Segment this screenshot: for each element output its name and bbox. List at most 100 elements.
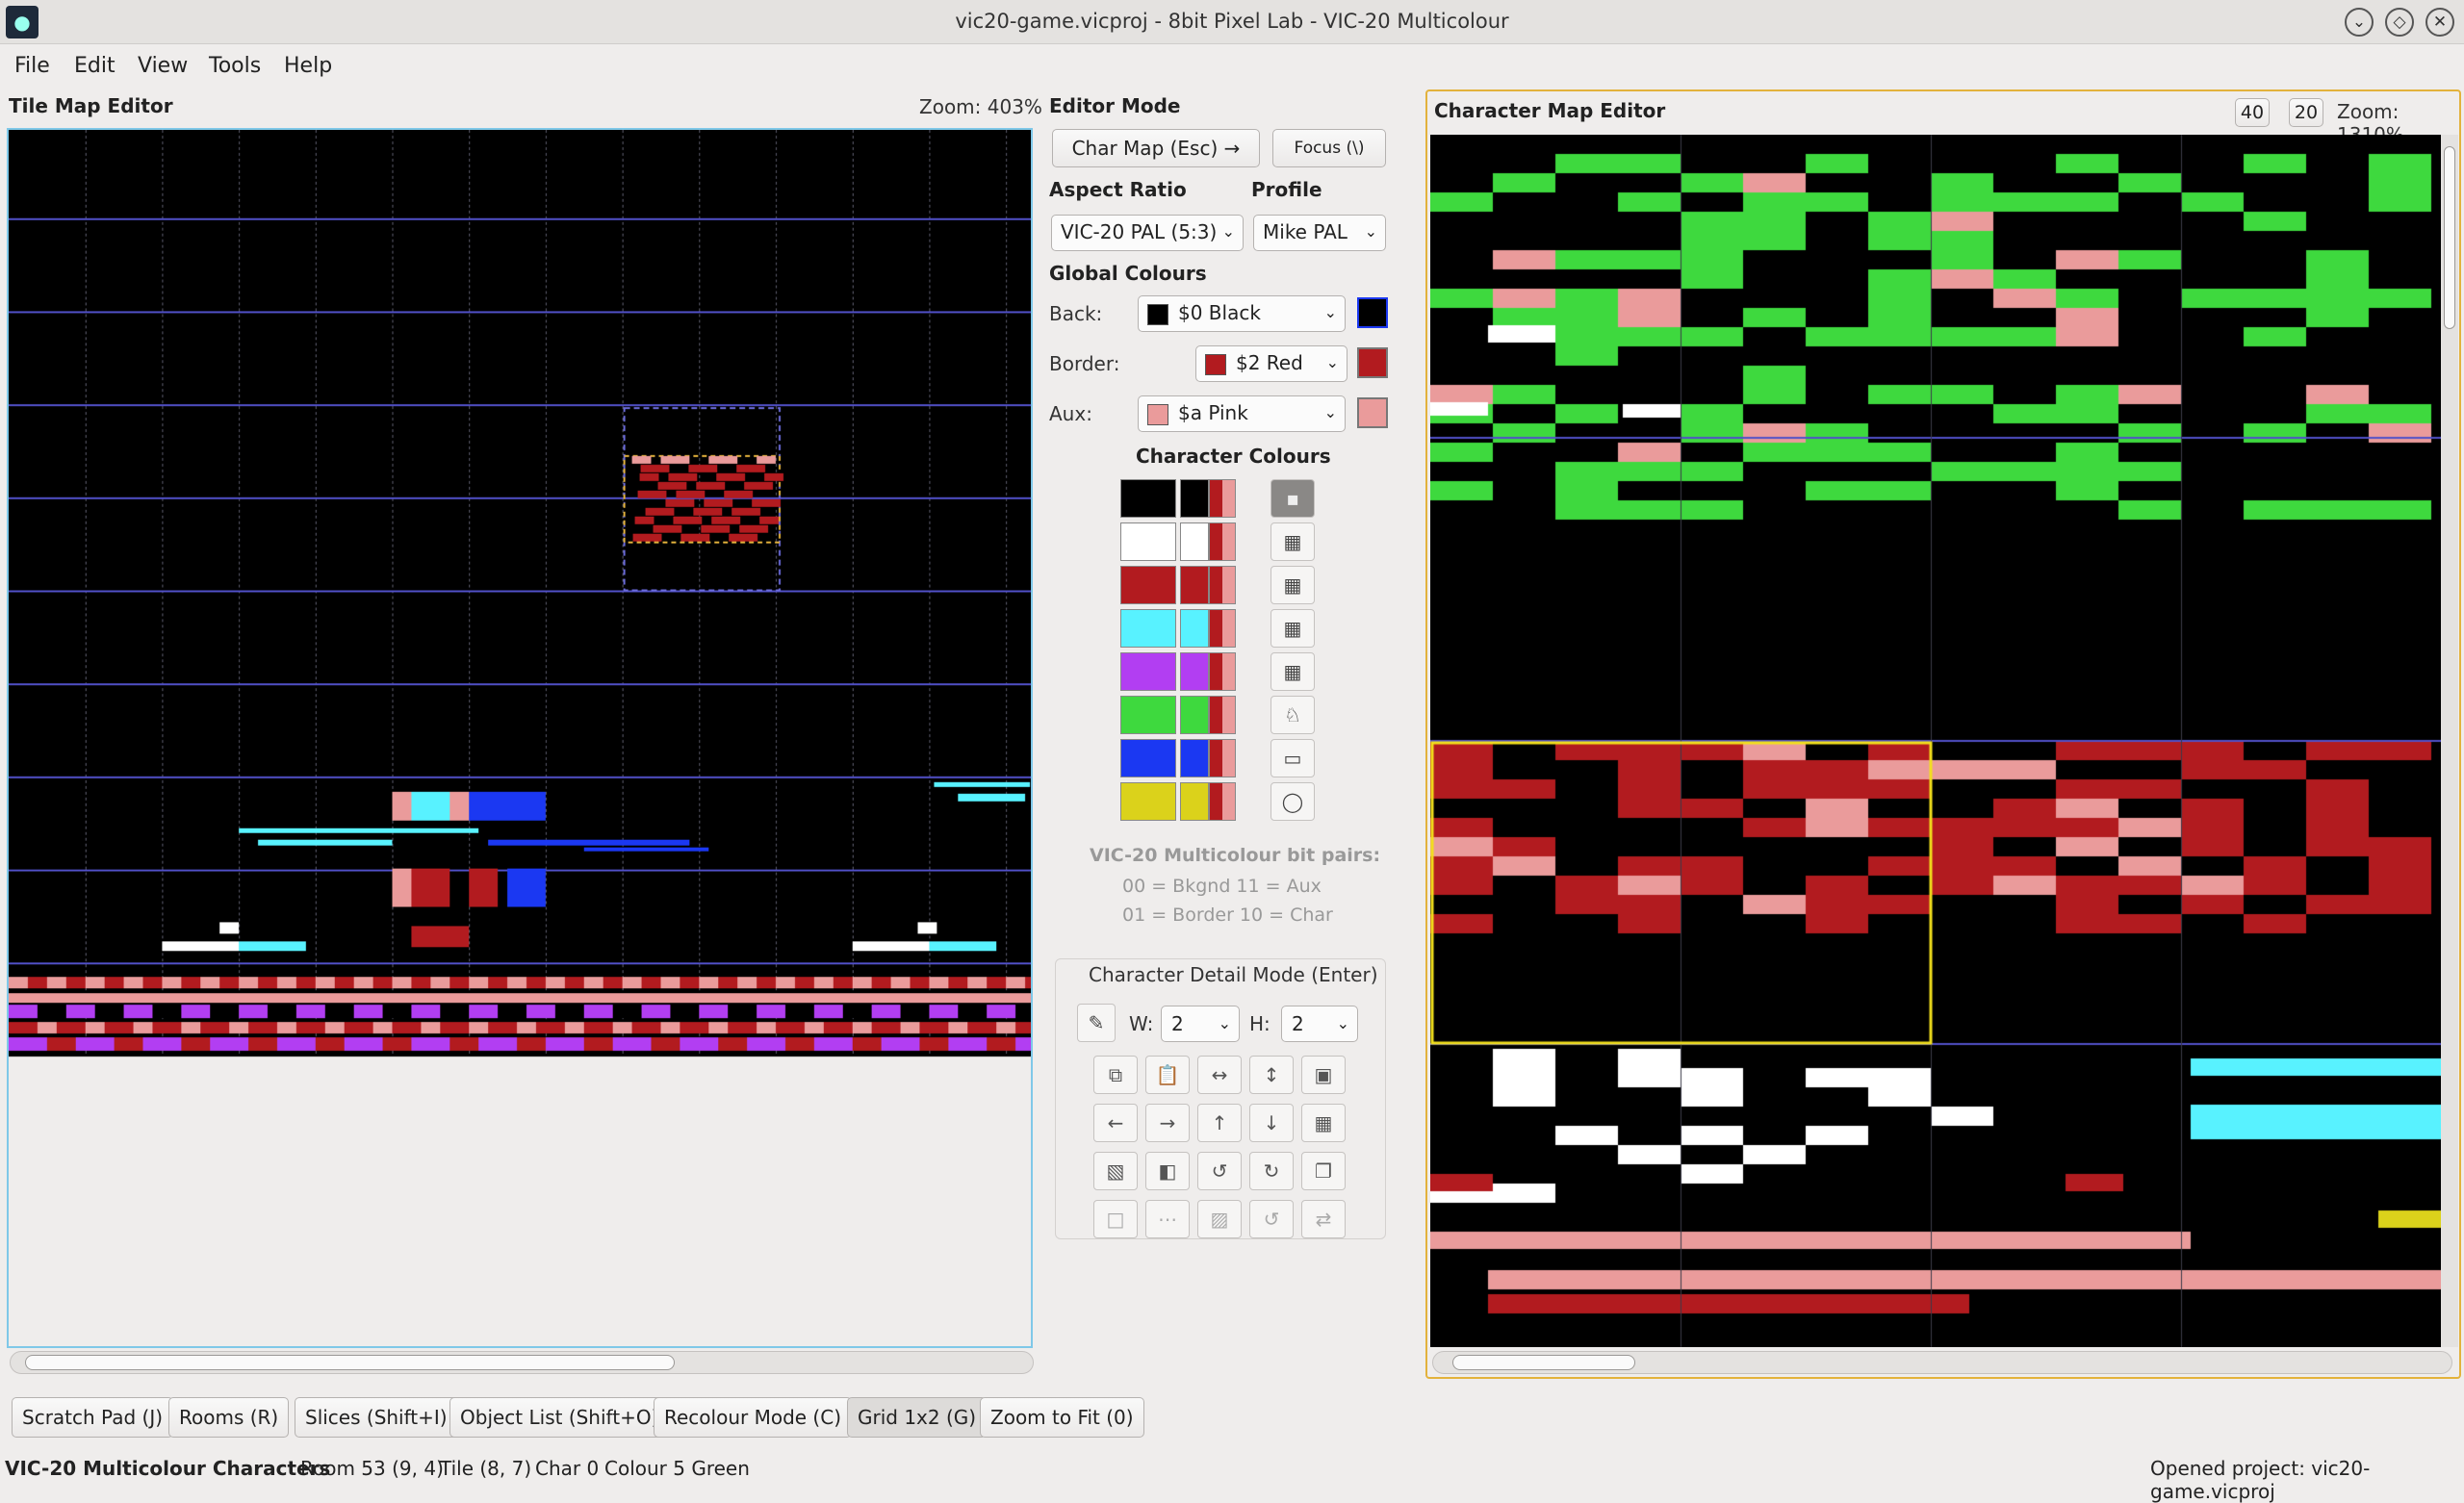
char-colour-swatch[interactable] — [1120, 479, 1176, 518]
height-select[interactable]: 2 ⌄ — [1281, 1006, 1358, 1042]
status-char: Char 0 — [535, 1457, 600, 1480]
flip-horizontal-icon[interactable]: ↔ — [1197, 1056, 1242, 1094]
rooms-button[interactable]: Rooms (R) — [168, 1397, 290, 1438]
brush-2x2-icon[interactable]: ▦ — [1270, 522, 1315, 561]
char-colour-preview[interactable] — [1180, 566, 1209, 604]
status-room: Room 53 (9, 4) — [300, 1457, 444, 1480]
chevron-down-icon: ⌄ — [1336, 1014, 1349, 1032]
char-colour-swatch[interactable] — [1120, 652, 1176, 691]
minimize-icon[interactable]: ⌄ — [2345, 8, 2374, 37]
copy-icon[interactable]: ⧉ — [1093, 1056, 1138, 1094]
width-value: 2 — [1171, 1012, 1184, 1035]
tilemap-hscroll-thumb[interactable] — [25, 1355, 675, 1370]
menu-edit[interactable]: Edit — [74, 54, 116, 78]
scratch-pad-button[interactable]: Scratch Pad (J) — [12, 1397, 174, 1438]
shift-up-icon[interactable]: ↑ — [1197, 1104, 1242, 1142]
menu-view[interactable]: View — [138, 54, 188, 78]
rotate-right-icon[interactable]: ↻ — [1249, 1152, 1294, 1190]
ellipse-icon[interactable]: ◯ — [1270, 782, 1315, 821]
shift-down-icon[interactable]: ↓ — [1249, 1104, 1294, 1142]
aspect-ratio-select[interactable]: VIC-20 PAL (5:3) ⌄ — [1051, 215, 1244, 251]
charmap-vscroll-thumb[interactable] — [2444, 146, 2455, 329]
char-colour-preview[interactable] — [1180, 609, 1209, 648]
fill-bucket-icon[interactable]: ♘ — [1270, 696, 1315, 734]
char-map-button[interactable]: Char Map (Esc) → — [1052, 129, 1260, 167]
char-colour-swatch[interactable] — [1120, 696, 1176, 734]
centre-icon[interactable]: ▣ — [1301, 1056, 1346, 1094]
pixel-brush-icon[interactable]: ▪ — [1270, 479, 1315, 518]
pencil-icon[interactable]: ✎ — [1077, 1004, 1116, 1042]
editor-mode-title: Editor Mode — [1049, 94, 1181, 117]
charmap-cols[interactable]: 40 — [2235, 98, 2270, 127]
char-colour-swatch[interactable] — [1120, 782, 1176, 821]
profile-select[interactable]: Mike PAL ⌄ — [1253, 215, 1386, 251]
swap-icon[interactable]: ⇄ — [1301, 1200, 1346, 1238]
char-colour-preview[interactable] — [1180, 522, 1209, 561]
focus-button[interactable]: Focus (\) — [1272, 129, 1386, 167]
status-bar: VIC-20 Multicolour Characters Room 53 (9… — [0, 1455, 2464, 1503]
flip-vertical-icon[interactable]: ↕ — [1249, 1056, 1294, 1094]
back-colour-select[interactable]: $0 Black ⌄ — [1138, 295, 1346, 332]
char-colour-preview[interactable] — [1180, 652, 1209, 691]
rotate-left-icon[interactable]: ↺ — [1197, 1152, 1242, 1190]
border-colour-select[interactable]: $2 Red ⌄ — [1195, 345, 1348, 382]
zoom-to-fit-button[interactable]: Zoom to Fit (0) — [980, 1397, 1144, 1438]
char-colour-preview[interactable] — [1180, 696, 1209, 734]
char-colour-preview[interactable] — [1180, 782, 1209, 821]
char-colour-swatch[interactable] — [1120, 739, 1176, 777]
grid-icon[interactable]: ▦ — [1301, 1104, 1346, 1142]
menu-bar: File Edit View Tools Help — [0, 44, 2464, 87]
charmap-vscrollbar[interactable] — [2441, 135, 2458, 1347]
width-select[interactable]: 2 ⌄ — [1161, 1006, 1240, 1042]
aux-colour-preview[interactable] — [1357, 397, 1388, 428]
char-colour-swatch[interactable] — [1120, 609, 1176, 648]
tile-map-canvas[interactable] — [7, 128, 1033, 1348]
invert-icon[interactable]: ◧ — [1145, 1152, 1190, 1190]
select-area-icon[interactable]: □ — [1093, 1200, 1138, 1238]
grid-button[interactable]: Grid 1x2 (G) — [847, 1397, 988, 1438]
recolour-mode-button[interactable]: Recolour Mode (C) — [654, 1397, 853, 1438]
char-colour-swatch[interactable] — [1120, 566, 1176, 604]
brush-5x5-icon[interactable]: ▦ — [1270, 652, 1315, 691]
menu-help[interactable]: Help — [284, 54, 332, 78]
crop-icon[interactable]: ▨ — [1197, 1200, 1242, 1238]
chevron-down-icon: ⌄ — [1323, 403, 1337, 421]
menu-file[interactable]: File — [14, 54, 50, 78]
brush-4x4-icon[interactable]: ▦ — [1270, 609, 1315, 648]
clear-icon[interactable]: ▧ — [1093, 1152, 1138, 1190]
close-icon[interactable]: ✕ — [2426, 8, 2454, 37]
character-map-canvas[interactable] — [1430, 135, 2441, 1347]
status-tile: Tile (8, 7) — [440, 1457, 532, 1480]
char-colour-pair-preview — [1209, 739, 1236, 777]
char-colour-swatch[interactable] — [1120, 522, 1176, 561]
paste-icon[interactable]: 📋 — [1145, 1056, 1190, 1094]
brush-3x3-icon[interactable]: ▦ — [1270, 566, 1315, 604]
shift-right-icon[interactable]: → — [1145, 1104, 1190, 1142]
back-colour-preview[interactable] — [1357, 297, 1388, 328]
chevron-down-icon: ⌄ — [1221, 222, 1235, 241]
distribute-icon[interactable]: ⋯ — [1145, 1200, 1190, 1238]
detail-mode-title: Character Detail Mode (Enter) — [1089, 963, 1378, 986]
back-label: Back: — [1049, 302, 1103, 325]
character-detail-group — [1055, 958, 1386, 1239]
rectangle-icon[interactable]: ▭ — [1270, 739, 1315, 777]
tilemap-hscrollbar[interactable] — [10, 1351, 1034, 1374]
character-colours-title: Character Colours — [1136, 445, 1331, 468]
charmap-rows[interactable]: 20 — [2289, 98, 2323, 127]
undo-rotate-icon[interactable]: ↺ — [1249, 1200, 1294, 1238]
layers-icon[interactable]: ❐ — [1301, 1152, 1346, 1190]
shift-left-icon[interactable]: ← — [1093, 1104, 1138, 1142]
tilemap-zoom: Zoom: 403% — [919, 95, 1042, 118]
maximize-icon[interactable]: ◇ — [2385, 8, 2414, 37]
charmap-hscroll-thumb[interactable] — [1452, 1355, 1635, 1370]
title-bar: ● vic20-game.vicproj - 8bit Pixel Lab - … — [0, 0, 2464, 44]
char-colour-preview[interactable] — [1180, 739, 1209, 777]
charmap-hscrollbar[interactable] — [1432, 1351, 2452, 1374]
bitpairs-line-2: 01 = Border 10 = Char — [1122, 904, 1333, 926]
border-colour-preview[interactable] — [1357, 347, 1388, 378]
slices-button[interactable]: Slices (Shift+I) — [295, 1397, 458, 1438]
object-list-button[interactable]: Object List (Shift+O) — [449, 1397, 670, 1438]
char-colour-preview[interactable] — [1180, 479, 1209, 518]
menu-tools[interactable]: Tools — [209, 54, 261, 78]
aux-colour-select[interactable]: $a Pink ⌄ — [1138, 395, 1346, 432]
